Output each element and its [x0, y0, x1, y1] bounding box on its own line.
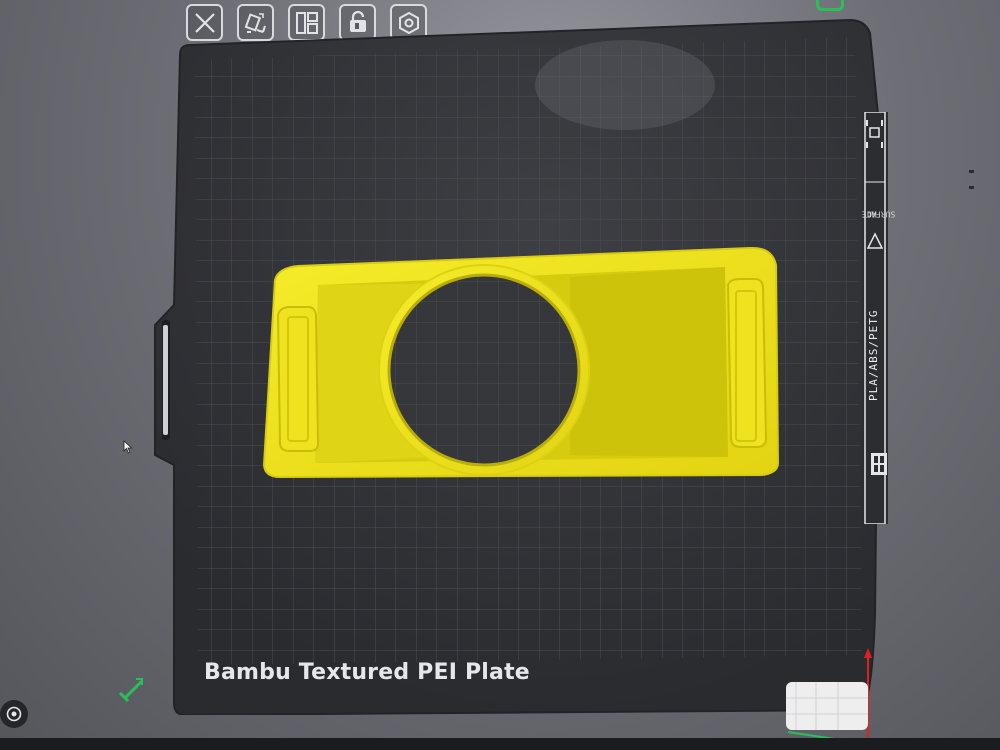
plate-material-text: PLA/ABS/PETG — [867, 309, 880, 401]
side-handle-icon — [969, 170, 974, 189]
mouse-cursor-icon — [123, 440, 133, 454]
plate-type-label: Bambu Textured PEI Plate — [204, 660, 530, 685]
camera-orbit-icon — [6, 706, 22, 722]
top-edge-marker — [816, 0, 844, 11]
bambu-logo-icon — [871, 453, 887, 475]
hot-surface-warning: HOT SURFACE — [861, 170, 896, 258]
build-plate-surface — [154, 18, 882, 715]
status-bar — [0, 738, 1000, 750]
view-toggle-button[interactable] — [0, 700, 28, 728]
edit-pencil-icon[interactable] — [116, 675, 148, 703]
view-cube[interactable] — [786, 680, 870, 732]
build-plate[interactable] — [150, 15, 895, 715]
hot-surface-line2: SURFACE — [861, 209, 896, 219]
yellow-shroud-model — [262, 246, 780, 479]
